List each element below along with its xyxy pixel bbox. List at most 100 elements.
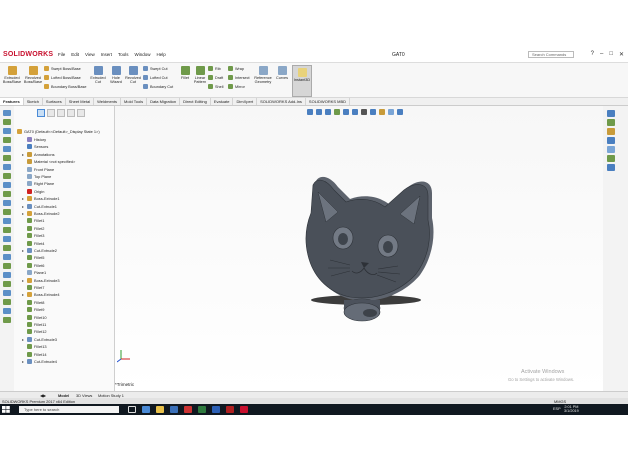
boundary-boss-button[interactable]: Boundary Boss/Base <box>44 84 86 89</box>
revolved-boss-button[interactable]: Revolved Boss/Base <box>23 66 43 84</box>
tree-item[interactable]: ▸ Cut-Extrude1 <box>22 203 57 210</box>
menu-edit[interactable]: Edit <box>71 52 79 57</box>
search-commands-input[interactable]: Search Commands <box>528 51 574 58</box>
tree-item[interactable]: Fillet4 <box>22 240 44 247</box>
view-palette-icon[interactable] <box>607 137 615 144</box>
tab-features[interactable]: Features <box>0 98 24 105</box>
tree-item[interactable]: Sensors <box>22 143 48 150</box>
display-delete-relations-icon[interactable] <box>3 290 11 296</box>
tab-evaluate[interactable]: Evaluate <box>211 98 234 105</box>
units-selector[interactable]: MMGS <box>554 399 566 404</box>
tree-item[interactable]: ▸ Boss-Extrude1 <box>22 195 60 202</box>
select-icon[interactable] <box>3 110 11 116</box>
menu-tools[interactable]: Tools <box>118 52 129 57</box>
tree-item[interactable]: Fillet9 <box>22 306 44 313</box>
tree-item[interactable]: ▸ Boss-Extrude3 <box>22 277 60 284</box>
expand-arrow-icon[interactable]: ▸ <box>22 196 25 201</box>
configurationmanager-tab-icon[interactable] <box>57 109 65 117</box>
store-icon[interactable] <box>170 406 178 413</box>
extruded-boss-button[interactable]: Extruded Boss/Base <box>2 66 22 84</box>
swept-boss-button[interactable]: Swept Boss/Base <box>44 66 81 71</box>
expand-arrow-icon[interactable]: ▸ <box>22 248 25 253</box>
featuremanager-tab-icon[interactable] <box>37 109 45 117</box>
solidworks-app-icon[interactable] <box>240 406 248 413</box>
expand-arrow-icon[interactable]: ▸ <box>22 337 25 342</box>
tree-root[interactable]: GAT0 (Default<<Default>_Display State 1>… <box>17 128 100 135</box>
edge-icon[interactable] <box>142 406 150 413</box>
swept-cut-button[interactable]: Swept Cut <box>143 66 168 71</box>
boundary-cut-button[interactable]: Boundary Cut <box>143 84 173 89</box>
rectangle-icon[interactable] <box>3 146 11 152</box>
trim-icon[interactable] <box>3 182 11 188</box>
file-explorer-taskbar-icon[interactable] <box>156 406 164 413</box>
maximize-button[interactable]: □ <box>609 51 613 58</box>
forum-icon[interactable] <box>607 164 615 171</box>
word-icon[interactable] <box>212 406 220 413</box>
dimxpertmanager-tab-icon[interactable] <box>67 109 75 117</box>
tree-item[interactable]: ▸ Boss-Extrude2 <box>22 210 60 217</box>
propertymanager-tab-icon[interactable] <box>47 109 55 117</box>
expand-arrow-icon[interactable]: ▸ <box>22 359 25 364</box>
tree-item[interactable]: ▸ Cut-Extrude3 <box>22 336 57 343</box>
repair-icon[interactable] <box>3 227 11 233</box>
design-library-icon[interactable] <box>607 119 615 126</box>
tree-item[interactable]: Fillet13 <box>22 343 47 350</box>
offset-icon[interactable] <box>3 191 11 197</box>
instant3d-button[interactable]: Instant3D <box>292 65 312 97</box>
expand-arrow-icon[interactable]: ▸ <box>22 204 25 209</box>
appearances-icon[interactable] <box>607 146 615 153</box>
tree-item[interactable]: Fillet10 <box>22 314 47 321</box>
tree-item[interactable]: Fillet12 <box>22 328 47 335</box>
system-clock[interactable]: 2:01 PM 3/1/2019 <box>564 405 579 413</box>
mirror-entities-icon[interactable] <box>3 200 11 206</box>
mirror-button[interactable]: Mirror <box>228 84 245 89</box>
tab-data-migration[interactable]: Data Migration <box>147 98 181 105</box>
windows-start-icon[interactable] <box>2 406 10 413</box>
line-icon[interactable] <box>3 137 11 143</box>
shell-button[interactable]: Shell <box>208 84 223 89</box>
spline-icon[interactable] <box>3 173 11 179</box>
expand-arrow-icon[interactable]: ▸ <box>22 211 25 216</box>
tree-item[interactable]: ▸ Cut-Extrude4 <box>22 358 57 365</box>
tab-surfaces[interactable]: Surfaces <box>43 98 66 105</box>
tab-add-ins[interactable]: SOLIDWORKS Add-Ins <box>257 98 306 105</box>
move-entities-icon[interactable] <box>3 281 11 287</box>
expand-arrow-icon[interactable]: ▸ <box>22 292 25 297</box>
arc-icon[interactable] <box>3 164 11 170</box>
smart-dimension-icon[interactable] <box>3 128 11 134</box>
extruded-cut-button[interactable]: Extruded Cut <box>88 66 108 84</box>
reference-geometry-button[interactable]: Reference Geometry <box>252 66 274 84</box>
solidworks-resources-icon[interactable] <box>607 110 615 117</box>
tab-mold-tools[interactable]: Mold Tools <box>121 98 148 105</box>
tree-item[interactable]: ▸ Cut-Extrude2 <box>22 247 57 254</box>
tab-mbd[interactable]: SOLIDWORKS MBD <box>306 98 351 105</box>
displaymanager-tab-icon[interactable] <box>77 109 85 117</box>
tree-item[interactable]: Fillet7 <box>22 284 44 291</box>
tab-sketch[interactable]: Sketch <box>24 98 43 105</box>
point-icon[interactable] <box>3 317 11 323</box>
tree-item[interactable]: ▸ Annotations <box>22 151 55 158</box>
tab-direct-editing[interactable]: Direct Editing <box>180 98 211 105</box>
fillet-button[interactable]: Fillet <box>178 66 192 80</box>
task-view-icon[interactable] <box>128 406 136 413</box>
tree-item[interactable]: Front Plane <box>22 166 54 173</box>
shaded-contours-icon[interactable] <box>3 263 11 269</box>
quick-snaps-icon[interactable] <box>3 236 11 242</box>
tab-sheet-metal[interactable]: Sheet Metal <box>66 98 95 105</box>
hole-wizard-button[interactable]: Hole Wizard <box>107 66 125 84</box>
linear-pattern-button[interactable]: Linear Pattern <box>192 66 208 84</box>
tree-item[interactable]: Origin <box>22 188 44 195</box>
tree-item[interactable]: Fillet3 <box>22 232 44 239</box>
help-icon[interactable]: ? <box>591 51 594 58</box>
tree-item[interactable]: ▸ Boss-Extrude4 <box>22 291 60 298</box>
tree-item[interactable]: Top Plane <box>22 173 51 180</box>
extend-icon[interactable] <box>3 299 11 305</box>
pdf-icon[interactable] <box>226 406 234 413</box>
rapid-sketch-icon[interactable] <box>3 245 11 251</box>
relations-icon[interactable] <box>3 218 11 224</box>
intersect-button[interactable]: Intersect <box>228 75 250 80</box>
tab-dimxpert[interactable]: DimXpert <box>233 98 258 105</box>
lofted-cut-button[interactable]: Lofted Cut <box>143 75 168 80</box>
menu-help[interactable]: Help <box>157 52 166 57</box>
draft-button[interactable]: Draft <box>208 75 223 80</box>
